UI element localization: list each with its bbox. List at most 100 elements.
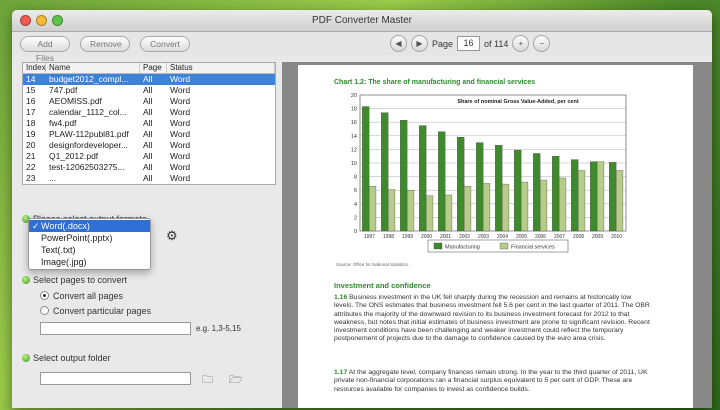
format-option[interactable]: ✓ Word(.docx) [29, 220, 150, 232]
bar-manufacturing [438, 131, 446, 232]
select-pages-label: Select pages to convert [22, 275, 127, 285]
table-row[interactable]: 22 test-12062503275... All Word [23, 162, 275, 173]
cell-status: Word [170, 74, 191, 84]
table-row[interactable]: 21 Q1_2012.pdf All Word [23, 151, 275, 162]
convert-particular-pages-radio[interactable]: Convert particular pages [40, 306, 151, 316]
x-tick-label: 2001 [440, 234, 451, 240]
zoom-in-button[interactable]: + [512, 35, 530, 52]
gear-icon[interactable]: ⚙ [166, 228, 178, 244]
table-row[interactable]: 19 PLAW-112publ81.pdf All Word [23, 129, 275, 140]
bar-financial-services [482, 183, 491, 232]
cell-status: Word [170, 140, 191, 150]
checkmark-icon: ✓ [32, 221, 40, 231]
y-tick-label: 8 [354, 175, 357, 181]
cell-page: All [143, 107, 153, 117]
legend-label: Manufacturing [445, 245, 480, 251]
legend-swatch [433, 242, 443, 250]
previous-page-button[interactable]: ◀ [390, 35, 407, 52]
cell-status: Word [170, 118, 191, 128]
bar-manufacturing [362, 106, 370, 232]
convert-button[interactable]: Convert [140, 36, 190, 52]
paragraph-number: 1.16 [334, 294, 348, 301]
output-folder-label: Select output folder [22, 353, 111, 363]
y-tick-label: 18 [351, 107, 357, 113]
format-option[interactable]: Text(.txt) [29, 244, 150, 256]
folder-search-icon[interactable]: 🗀 [202, 371, 213, 390]
y-tick-label: 0 [354, 229, 357, 235]
table-row[interactable]: 23... All Word [23, 173, 275, 184]
cell-page: All [143, 118, 153, 128]
legend-label: Financial services [511, 245, 555, 251]
chart-title: Chart 1.2: The share of manufacturing an… [334, 79, 536, 86]
table-row[interactable]: 20 designfordeveloper... All Word [23, 140, 275, 151]
y-tick-label: 16 [351, 120, 357, 126]
bar-financial-services [444, 194, 453, 232]
chevron-right-icon: ▶ [416, 39, 423, 48]
cell-name: AEOMISS.pdf [49, 96, 102, 106]
x-tick-label: 2008 [573, 234, 584, 240]
page-navigator: ◀ ▶ Page 16 of 114 + − [390, 35, 551, 52]
output-format-dropdown[interactable]: ✓ Word(.docx) PowerPoint(.pptx) Text(.txt) I… [28, 218, 151, 270]
cell-page: All [143, 162, 153, 172]
page-number-input[interactable]: 16 [457, 36, 481, 51]
x-tick-label: 2007 [554, 234, 565, 240]
bar-financial-services [406, 190, 415, 232]
format-option[interactable]: PowerPoint(.pptx) [29, 232, 150, 244]
cell-name: fw4.pdf [49, 118, 77, 128]
cell-page: All [143, 74, 153, 84]
cell-status: Word [170, 162, 191, 172]
cell-index: 21 [26, 151, 36, 161]
table-row[interactable]: 17 calendar_1112_col... All Word [23, 107, 275, 118]
x-tick-label: 2003 [478, 234, 489, 240]
paragraph-text: At the aggregate level, company finances… [334, 369, 648, 393]
zoom-out-button[interactable]: − [533, 35, 551, 52]
cell-name: test-12062503275... [49, 162, 125, 172]
output-folder-input[interactable] [40, 372, 191, 385]
folder-icon[interactable]: 🗁 [229, 371, 243, 390]
window-title: PDF Converter Master [311, 15, 413, 26]
format-option[interactable]: Image(.jpg) [29, 256, 150, 268]
column-header-page[interactable]: Page [140, 63, 167, 73]
x-tick-label: 2006 [535, 234, 546, 240]
column-header-status[interactable]: Status [167, 63, 275, 73]
paragraph-number: 1.17 [334, 369, 348, 376]
cell-status: Word [170, 129, 191, 139]
cell-status: Word [170, 107, 191, 117]
x-tick-label: 1997 [364, 234, 375, 240]
add-files-button[interactable]: Add Files [20, 36, 70, 63]
column-header-name[interactable]: Name [46, 63, 140, 73]
x-tick-label: 1999 [402, 234, 413, 240]
bar-manufacturing [590, 161, 598, 232]
section-heading: Investment and confidence [334, 281, 431, 290]
bar-financial-services [539, 179, 548, 232]
cell-page: All [143, 173, 153, 183]
convert-all-pages-radio[interactable]: Convert all pages [40, 291, 123, 301]
cell-page: All [143, 151, 153, 161]
bar-manufacturing [381, 112, 389, 232]
cell-index: 15 [26, 85, 36, 95]
next-page-button[interactable]: ▶ [411, 35, 428, 52]
table-row[interactable]: 15 747.pdf All Word [23, 85, 275, 96]
x-tick-label: 2005 [516, 234, 527, 240]
table-row[interactable]: 16 AEOMISS.pdf All Word [23, 96, 275, 107]
bar-manufacturing [419, 125, 427, 232]
cell-index: 23 [26, 173, 36, 183]
bar-financial-services [520, 181, 529, 232]
table-row[interactable]: 18 fw4.pdf All Word [23, 118, 275, 129]
bar-chart: 0 2 4 6 8 10 12 14 16 18 20 Share of nominal Gross … [351, 93, 627, 253]
column-header-index[interactable]: Index [23, 63, 46, 73]
cell-index: 16 [26, 96, 36, 106]
bar-manufacturing [514, 149, 522, 232]
table-row[interactable]: 14 budget2012_compl... All Word [23, 74, 275, 85]
y-tick-label: 12 [351, 147, 357, 153]
y-tick-label: 14 [351, 134, 357, 140]
cell-status: Word [170, 85, 191, 95]
page-range-input[interactable] [40, 322, 191, 335]
bar-manufacturing [495, 145, 503, 232]
cell-name: designfordeveloper... [49, 140, 128, 150]
y-tick-label: 4 [354, 202, 357, 208]
cell-index: 20 [26, 140, 36, 150]
remove-button[interactable]: Remove [80, 36, 130, 52]
cell-name: 747.pdf [49, 85, 78, 95]
x-tick-label: 2000 [421, 234, 432, 240]
